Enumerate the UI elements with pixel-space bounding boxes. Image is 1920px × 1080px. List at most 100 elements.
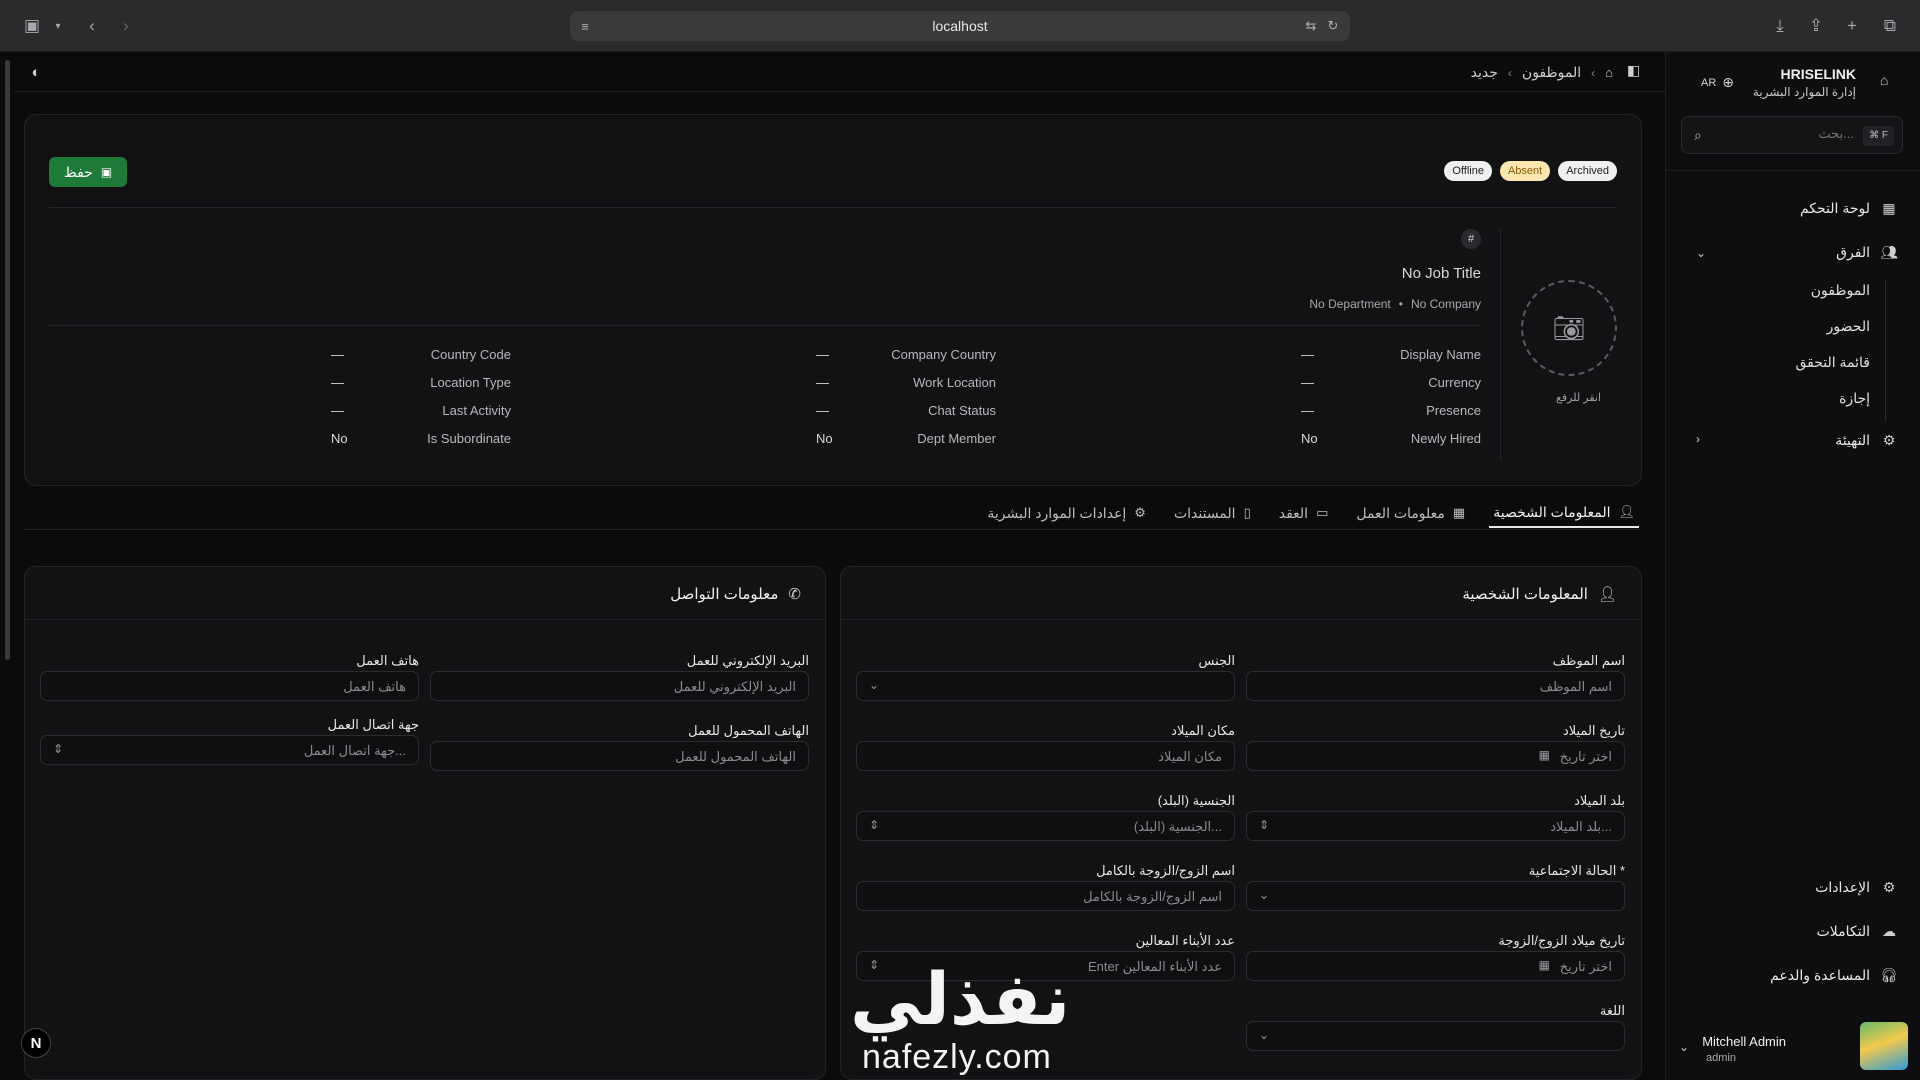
upload-label: انقر للرفع	[1556, 392, 1601, 404]
gender-select[interactable]: ⌄	[856, 671, 1235, 701]
work-email-input[interactable]: البريد الإلكتروني للعمل	[430, 671, 809, 701]
dashboard-icon: ▦	[1882, 199, 1896, 216]
home-icon[interactable]: ⌂	[1605, 65, 1613, 80]
sidebar-item-label: الإعدادات	[1815, 878, 1870, 895]
user-name: Mitchell Admin	[1702, 1034, 1786, 1049]
sidebar-search[interactable]: ⌕ ⌘ F	[1681, 116, 1903, 154]
new-tab-icon[interactable]: +	[1840, 14, 1864, 38]
company-name: No Company	[1410, 297, 1481, 311]
birth-place-input[interactable]: مكان الميلاد	[856, 741, 1235, 771]
breadcrumb-employees[interactable]: الموظفون	[1522, 64, 1581, 81]
sidebar-item-integrations[interactable]: التكاملات ☁	[1817, 919, 1898, 943]
sidebar-item-employees[interactable]: الموظفون	[1811, 282, 1870, 299]
share-icon[interactable]: ⇪	[1804, 14, 1828, 38]
save-button[interactable]: حفظ ▣	[49, 157, 127, 187]
photo-upload[interactable]: 📷︎	[1521, 280, 1617, 376]
spouse-birth-field: تاريخ ميلاد الزوج/الزوجة اختر تاريخ ▦	[1246, 933, 1625, 983]
sidebar-item-label: لوحة التحكم	[1799, 199, 1870, 216]
breadcrumb-separator-icon: ‹	[1507, 65, 1512, 80]
contact-info-header: ✆ معلومات التواصل	[670, 585, 801, 603]
user-role: admin	[1706, 1052, 1736, 1064]
chevron-updown-icon: ⇕	[53, 742, 64, 756]
download-icon[interactable]: ⤓	[1768, 14, 1792, 38]
sidebar-toggle-icon[interactable]: ▣	[20, 14, 44, 38]
dev-tools-badge[interactable]: N	[21, 1028, 51, 1058]
briefcase-icon: ▦	[1452, 505, 1466, 520]
translate-icon[interactable]: ⇆	[1302, 17, 1320, 35]
language-select[interactable]: ⌄	[1246, 1021, 1625, 1051]
sidebar-item-attendance[interactable]: الحضور	[1827, 318, 1870, 335]
forward-icon[interactable]: ›	[114, 14, 138, 38]
tab-work-info[interactable]: ▦ معلومات العمل	[1352, 498, 1469, 528]
phone-icon: ✆	[788, 586, 801, 603]
sidebar-item-settings[interactable]: الإعدادات ⚙	[1815, 875, 1898, 899]
marital-status-select[interactable]: ⌄	[1246, 881, 1625, 911]
sidebar-item-help[interactable]: المساعدة والدعم 🎧︎	[1770, 963, 1898, 987]
search-input[interactable]	[1718, 126, 1854, 141]
breadcrumb-new: جديد	[1470, 64, 1498, 80]
user-icon: 👤︎	[1597, 586, 1617, 603]
brand-subtitle: إدارة الموارد البشرية	[1752, 85, 1856, 99]
work-mobile-input[interactable]: الهاتف المحمول للعمل	[430, 741, 809, 771]
panel-toggle-icon[interactable]: ◧	[1627, 62, 1645, 80]
tab-documents[interactable]: ▯ المستندات	[1170, 498, 1255, 528]
gear-icon: ⚙	[1134, 505, 1146, 520]
page-scrollbar[interactable]	[0, 52, 14, 1080]
contact-info-title: معلومات التواصل	[670, 586, 779, 603]
status-badge-archived: Archived	[1558, 161, 1617, 181]
calendar-icon: ▦	[1538, 958, 1550, 972]
sidebar-item-onboarding[interactable]: التهيئة ⚙	[1835, 428, 1898, 452]
sidebar-item-label: التهيئة	[1835, 431, 1870, 448]
sidebar-item-dashboard[interactable]: لوحة التحكم ▦	[1800, 196, 1898, 220]
employee-name-input[interactable]: اسم الموظف	[1246, 671, 1625, 701]
address-bar[interactable]: ≡ localhost ⇆ ↻	[570, 11, 1350, 41]
camera-icon: 📷︎	[1552, 312, 1586, 343]
document-icon: ▯	[1243, 505, 1251, 520]
sidebar-item-checklist[interactable]: قائمة التحقق	[1795, 354, 1870, 371]
search-icon: ⌕	[1694, 127, 1702, 143]
chevron-left-icon[interactable]: ›	[1696, 432, 1700, 446]
sidebar-item-label: المساعدة والدعم	[1770, 966, 1870, 983]
birth-date-picker[interactable]: اختر تاريخ ▦	[1246, 741, 1625, 771]
birth-country-field: بلد الميلاد ⇕ بلد الميلاد...	[1246, 793, 1625, 843]
save-label: حفظ	[63, 163, 93, 180]
contact-info-card: ✆ معلومات التواصل البريد الإلكتروني للعم…	[24, 566, 826, 1080]
tab-contract[interactable]: ▭ العقد	[1275, 498, 1333, 528]
breadcrumb-separator-icon: ‹	[1591, 65, 1596, 80]
chevron-down-icon[interactable]: ⌄	[1679, 1040, 1689, 1054]
spouse-name-input[interactable]: اسم الزوج/الزوجة بالكامل	[856, 881, 1235, 911]
nationality-combobox[interactable]: ⇕ الجنسية (البلد)...	[856, 811, 1235, 841]
status-badges: Archived Absent Offline	[1444, 161, 1617, 181]
sidebar-item-leave[interactable]: إجازة	[1839, 390, 1870, 407]
kv-country-code: Country Code —	[331, 347, 511, 362]
employee-id-badge: #	[1461, 229, 1481, 249]
brand: HRISELINK إدارة الموارد البشرية	[1753, 66, 1856, 99]
brand-name: HRISELINK	[1780, 66, 1856, 82]
headset-icon: 🎧︎	[1880, 966, 1898, 983]
language-switcher[interactable]: AR ⊕	[1701, 74, 1734, 91]
kv-chat-status: Chat Status —	[816, 403, 996, 418]
reload-icon[interactable]: ↻	[1324, 17, 1342, 35]
user-menu[interactable]: Mitchell Admin admin ⌄	[1665, 1010, 1920, 1080]
tab-personal-info[interactable]: 👤︎ المعلومات الشخصية	[1489, 498, 1639, 528]
top-bar: ◐ ⌂ ‹ الموظفون ‹ جديد ◧	[14, 52, 1665, 92]
tab-hr-settings[interactable]: ⚙ إعدادات الموارد البشرية	[983, 498, 1150, 528]
chevron-down-icon[interactable]: ▾	[46, 14, 70, 38]
kv-dept-member: Dept Member No	[816, 431, 996, 446]
back-icon[interactable]: ‹	[80, 14, 104, 38]
work-contact-combobox[interactable]: ⇕ جهة اتصال العمل...	[40, 735, 419, 765]
status-badge-absent: Absent	[1499, 161, 1551, 181]
spouse-birth-picker[interactable]: اختر تاريخ ▦	[1246, 951, 1625, 981]
sidebar-item-teams[interactable]: الفرق 👥︎	[1836, 240, 1898, 264]
tabs-overview-icon[interactable]: ⧉	[1878, 14, 1902, 38]
chevron-updown-icon: ⇕	[1259, 818, 1270, 832]
chevron-down-icon[interactable]: ⌄	[1696, 246, 1706, 260]
brand-logo-icon: ⌂	[1880, 72, 1889, 88]
birth-country-combobox[interactable]: ⇕ بلد الميلاد...	[1246, 811, 1625, 841]
work-contact-field: جهة اتصال العمل ⇕ جهة اتصال العمل...	[40, 717, 419, 767]
theme-toggle-icon[interactable]: ◐	[24, 60, 48, 84]
address-url[interactable]: localhost	[570, 18, 1350, 34]
department-company-line: No Company • No Department	[1309, 297, 1481, 311]
work-phone-input[interactable]: هاتف العمل	[40, 671, 419, 701]
kv-display-name: Display Name —	[1301, 347, 1481, 362]
